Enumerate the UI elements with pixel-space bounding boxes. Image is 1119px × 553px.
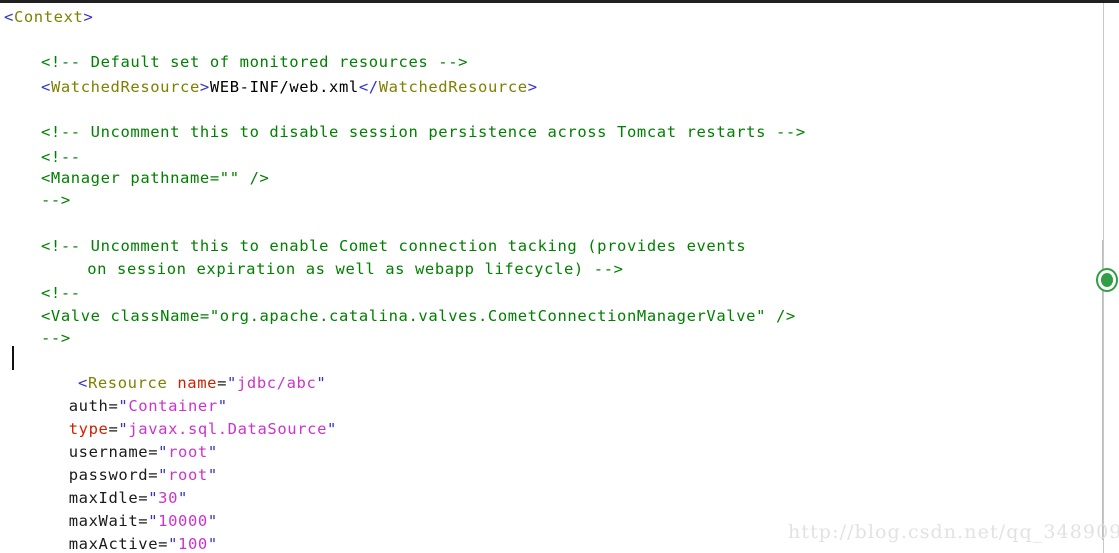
code-token-comment: <Manager pathname="" /> — [41, 169, 270, 187]
code-token-punct: " — [118, 420, 129, 438]
code-token-attrpln: maxWait — [68, 512, 139, 530]
code-token-punct: " — [207, 535, 218, 553]
code-token-val: 10000 — [158, 512, 208, 530]
code-token-val: Container — [128, 397, 218, 415]
code-token-attrpln: maxActive — [68, 535, 159, 553]
code-token-tag: Resource — [87, 374, 168, 392]
code-token-punct: > — [199, 78, 210, 96]
code-token-attrpln: auth — [68, 397, 109, 415]
code-token-val: 100 — [178, 535, 208, 553]
code-token-punct: < — [4, 8, 14, 26]
code-token-eq: = — [138, 512, 149, 530]
code-token-punct: " — [217, 397, 228, 415]
code-token-comment: <!-- Default set of monitored resources … — [41, 53, 469, 71]
status-circle-icon[interactable] — [1096, 268, 1118, 292]
code-token-comment: <!-- Uncomment this to enable Comet conn… — [41, 237, 747, 255]
text-caret — [12, 346, 14, 370]
code-token-eq: = — [158, 535, 169, 553]
code-token-tag: WatchedResource — [378, 78, 528, 96]
code-token-punct: " — [158, 443, 169, 461]
code-token-punct: < — [41, 78, 51, 96]
code-token-attrpln: username — [68, 443, 149, 461]
code-token-punct: " — [207, 512, 218, 530]
code-token-punct: " — [148, 489, 159, 507]
code-token-comment: <Valve className="org.apache.catalina.va… — [41, 307, 796, 325]
code-token-val: root — [168, 443, 208, 461]
code-token-punct: " — [158, 466, 169, 484]
code-token-val: 30 — [158, 489, 179, 507]
code-token-punct: " — [227, 374, 237, 392]
code-token-eq: = — [138, 489, 149, 507]
code-token-punct: > — [83, 8, 94, 26]
code-token-attr: name — [177, 374, 218, 392]
code-token-eq: = — [148, 443, 159, 461]
code-token-comment: <!-- Uncomment this to disable session p… — [41, 123, 806, 141]
code-token-punct: < — [78, 374, 88, 392]
code-token-attrpln: maxIdle — [68, 489, 139, 507]
code-editor-screenshot: <Context> <!-- Default set of monitored r… — [0, 0, 1119, 553]
code-token-punct: " — [207, 443, 218, 461]
code-token-val: javax.sql.DataSource — [128, 420, 327, 438]
code-token-punct: " — [178, 489, 188, 507]
code-token-punct: " — [148, 512, 159, 530]
code-token-eq: = — [108, 397, 119, 415]
code-token-punct: </ — [358, 78, 379, 96]
code-token-val: root — [168, 466, 208, 484]
code-editor-surface[interactable]: <Context> <!-- Default set of monitored r… — [0, 3, 1096, 553]
code-token-eq: = — [148, 466, 159, 484]
code-token-punct: " — [168, 535, 179, 553]
code-token-text: WEB-INF/web.xml — [209, 78, 359, 96]
code-token-comment: <!-- — [41, 284, 81, 302]
code-token-tag: Context — [13, 8, 84, 26]
code-line[interactable]: <Context> — [0, 3, 1096, 32]
code-token-punct: " — [316, 374, 327, 392]
code-token-punct: > — [527, 78, 538, 96]
code-token-eq: = — [217, 374, 228, 392]
watermark-text: http://blog.csdn.net/qq_34890925 — [788, 521, 1119, 543]
code-token-tag: WatchedResource — [50, 78, 200, 96]
code-token-punct: " — [207, 466, 218, 484]
code-token-comment: --> — [41, 329, 71, 347]
code-token-punct: " — [327, 420, 337, 438]
code-token-val: jdbc/abc — [236, 374, 317, 392]
code-token-punct: " — [118, 397, 129, 415]
code-token-attrpln: password — [68, 466, 149, 484]
code-token-eq: = — [108, 420, 119, 438]
code-token-attr: type — [68, 420, 109, 438]
code-token-comment: on session expiration as well as webapp … — [87, 260, 624, 278]
code-token-comment: --> — [41, 191, 71, 209]
